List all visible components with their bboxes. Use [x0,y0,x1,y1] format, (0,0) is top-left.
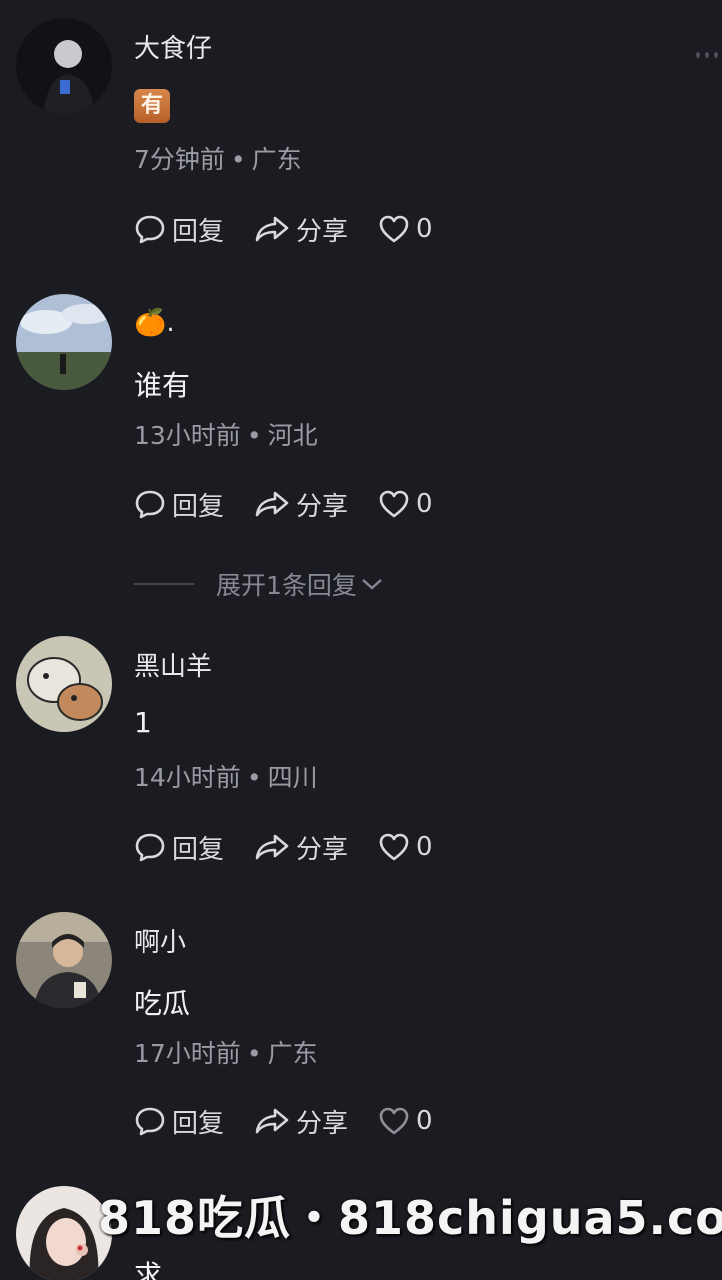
comment-time: 14小时前 [134,763,241,792]
share-arrow-icon [255,834,289,860]
reply-bubble-icon [135,1107,165,1136]
share-arrow-icon [255,491,289,517]
share-button[interactable]: 分享 [254,1103,348,1140]
username[interactable]: 大食仔 [134,28,212,65]
comment-time: 17小时前 [134,1039,241,1068]
share-arrow-icon [255,1108,289,1134]
reply-label: 回复 [172,834,225,865]
like-button[interactable]: 0 [378,214,433,244]
heart-icon [379,215,409,243]
like-count: 0 [416,832,433,862]
share-button[interactable]: 分享 [254,211,348,248]
avatar[interactable] [16,18,112,114]
reply-label: 回复 [172,1108,225,1139]
share-arrow-icon [255,216,289,242]
comment-location: 河北 [267,421,318,450]
like-count: 0 [416,489,433,519]
avatar[interactable] [16,636,112,732]
reply-button[interactable]: 回复 [134,486,224,523]
comment-location: 四川 [267,763,318,792]
meta-separator: • [246,763,262,792]
comment-location: 广东 [267,1039,318,1068]
share-label: 分享 [296,834,349,865]
like-button[interactable]: 0 [378,832,433,862]
comment-text: 求 [134,1259,163,1280]
chevron-down-icon [362,579,382,590]
comment-actions: 回复 分享 0 [134,829,463,866]
comment-meta: 14小时前 • 四川 [134,758,318,794]
username[interactable]: 黑山羊 [134,646,212,683]
share-button[interactable]: 分享 [254,829,348,866]
expand-replies-label: 展开1条回复 [216,571,357,600]
like-count: 0 [416,1106,433,1136]
reply-button[interactable]: 回复 [134,1103,224,1140]
comment-actions: 回复 分享 0 [134,211,463,248]
comment-meta: 13小时前 • 河北 [134,416,318,452]
comment-actions: 回复 分享 0 [134,486,463,523]
like-count: 0 [416,214,433,244]
comment-list-page: 大食仔 有 7分钟前 • 广东 回复 分享 0 🍊. 谁有 13小时前 • 河北… [0,0,722,1280]
heart-icon [379,490,409,518]
username[interactable]: 啊小 [134,922,186,959]
expand-replies-button[interactable]: 展开1条回复 [134,566,385,602]
avatar[interactable] [16,912,112,1008]
meta-separator: • [246,1039,262,1068]
heart-icon [379,833,409,861]
comment-text: 谁有 [134,369,191,402]
share-button[interactable]: 分享 [254,486,348,523]
avatar[interactable] [16,294,112,390]
watermark-text: 818吃瓜・818chigua5.com [98,1191,722,1245]
heart-icon [379,1107,409,1135]
username[interactable]: 🍊. [134,308,175,338]
reply-label: 回复 [172,491,225,522]
comment-meta: 17小时前 • 广东 [134,1034,318,1070]
reply-button[interactable]: 回复 [134,829,224,866]
comment-actions: 回复 分享 0 [134,1103,463,1140]
meta-separator: • [246,421,262,450]
sticker-emoji: 有 [134,89,170,123]
more-options-icon[interactable] [696,50,718,60]
comment-location: 广东 [251,145,302,174]
reply-bubble-icon [135,490,165,519]
comment-time: 7分钟前 [134,145,225,174]
meta-separator: • [230,145,246,174]
comment-text: 有 [134,86,170,123]
share-label: 分享 [296,491,349,522]
share-label: 分享 [296,216,349,247]
like-button[interactable]: 0 [378,489,433,519]
comment-text: 1 [134,706,152,739]
reply-button[interactable]: 回复 [134,211,224,248]
reply-bubble-icon [135,215,165,244]
like-button[interactable]: 0 [378,1106,433,1136]
reply-label: 回复 [172,216,225,247]
reply-bubble-icon [135,833,165,862]
share-label: 分享 [296,1108,349,1139]
divider-line [134,583,194,585]
comment-meta: 7分钟前 • 广东 [134,140,302,176]
comment-text: 吃瓜 [134,987,191,1020]
comment-time: 13小时前 [134,421,241,450]
